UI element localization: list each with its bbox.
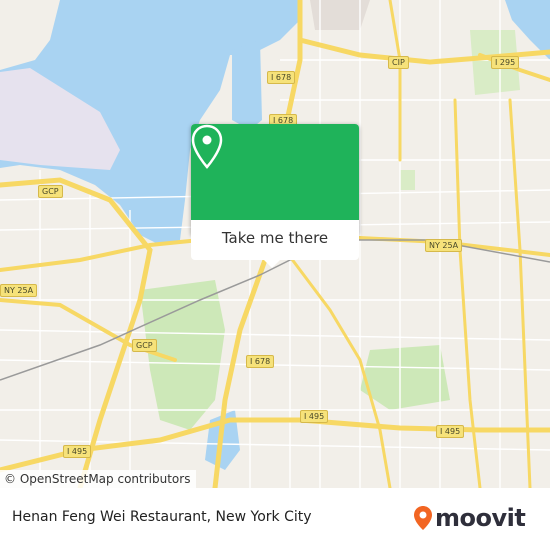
- footer: Henan Feng Wei Restaurant, New York City…: [0, 488, 550, 550]
- road-shield-i495-mid: I 495: [300, 410, 329, 423]
- road-shield-ny25a-right: NY 25A: [425, 239, 463, 252]
- take-me-there-button[interactable]: Take me there: [191, 220, 359, 260]
- location-popup: Take me there: [191, 124, 359, 260]
- road-shield-i495-right: I 495: [436, 425, 465, 438]
- moovit-wordmark: moovit: [435, 504, 526, 532]
- map[interactable]: I 678 CIP I 295 I 678 GCP NY 25A NY 25A …: [0, 0, 550, 488]
- place-name: Henan Feng Wei Restaurant, New York City: [12, 509, 312, 525]
- popup-pointer: [263, 259, 281, 268]
- road-shield-i495-left: I 495: [63, 445, 92, 458]
- park-kissena: [360, 345, 450, 410]
- popup-header: [191, 124, 359, 220]
- road-shield-cip: CIP: [388, 56, 409, 69]
- park-small: [400, 170, 415, 190]
- park-flushing: [140, 280, 225, 430]
- road-shield-i678-top: I 678: [267, 71, 296, 84]
- map-attribution[interactable]: © OpenStreetMap contributors: [0, 470, 197, 488]
- road-shield-gcp-mid: GCP: [132, 339, 157, 352]
- location-pin-icon: [191, 124, 223, 169]
- road-shield-ny25a-left: NY 25A: [0, 284, 38, 297]
- road-shield-i678-low: I 678: [246, 355, 275, 368]
- water-inlet: [232, 40, 262, 130]
- road-shield-i295: I 295: [491, 56, 520, 69]
- park-top: [310, 0, 370, 30]
- highway-north: [388, 0, 402, 162]
- road-shield-gcp-left: GCP: [38, 185, 63, 198]
- moovit-pin-icon: [414, 506, 432, 530]
- moovit-logo[interactable]: moovit: [413, 503, 526, 533]
